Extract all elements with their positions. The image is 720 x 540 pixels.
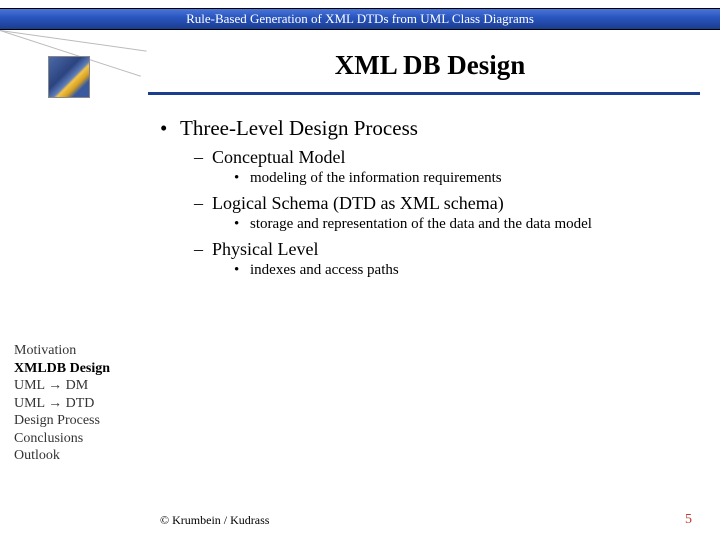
content-item-detail: •indexes and access paths bbox=[234, 262, 690, 279]
logo-icon bbox=[48, 56, 90, 98]
content-item-label: Conceptual Model bbox=[212, 147, 345, 167]
outline-sidebar: Motivation XMLDB Design UML → DM UML → D… bbox=[14, 342, 110, 465]
outline-item: UML → DM bbox=[14, 377, 110, 395]
header-banner-text: Rule-Based Generation of XML DTDs from U… bbox=[186, 11, 534, 26]
content-area: •Three-Level Design Process –Conceptual … bbox=[160, 116, 690, 285]
footer-credit: © Krumbein / Kudrass bbox=[160, 513, 269, 528]
header-banner: Rule-Based Generation of XML DTDs from U… bbox=[0, 8, 720, 30]
outline-item: XMLDB Design bbox=[14, 360, 110, 378]
content-item-detail: •modeling of the information requirement… bbox=[234, 170, 690, 187]
outline-item: UML → DTD bbox=[14, 395, 110, 413]
outline-item: Conclusions bbox=[14, 430, 110, 448]
content-item: –Conceptual Model bbox=[194, 147, 690, 168]
content-item-label: Physical Level bbox=[212, 239, 318, 259]
outline-item: Design Process bbox=[14, 412, 110, 430]
content-item: –Logical Schema (DTD as XML schema) bbox=[194, 193, 690, 214]
content-heading: •Three-Level Design Process bbox=[160, 116, 690, 141]
slide-title: XML DB Design bbox=[160, 50, 700, 81]
outline-item: Outlook bbox=[14, 447, 110, 465]
page-number: 5 bbox=[685, 512, 692, 528]
content-heading-text: Three-Level Design Process bbox=[180, 116, 418, 140]
outline-item: Motivation bbox=[14, 342, 110, 360]
content-item: –Physical Level bbox=[194, 239, 690, 260]
content-item-detail: •storage and representation of the data … bbox=[234, 216, 690, 233]
title-underline bbox=[148, 92, 700, 95]
content-item-label: Logical Schema (DTD as XML schema) bbox=[212, 193, 504, 213]
